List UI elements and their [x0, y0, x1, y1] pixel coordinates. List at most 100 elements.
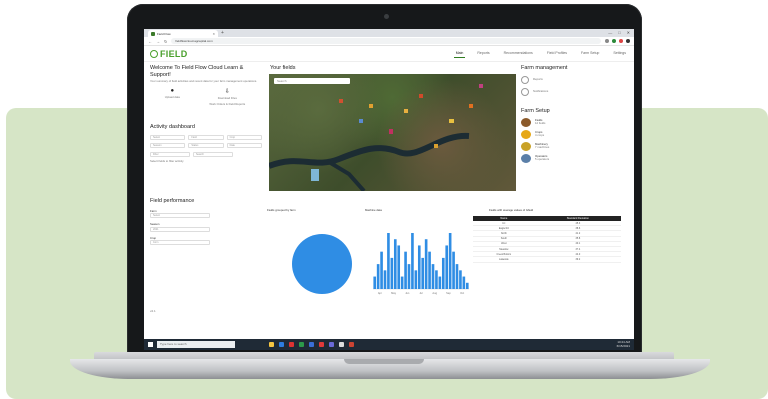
field-marker[interactable]: [469, 104, 473, 108]
forward-icon[interactable]: →: [156, 39, 160, 44]
bar[interactable]: [376, 264, 380, 289]
reports-option[interactable]: Reports: [521, 75, 626, 84]
bar[interactable]: [404, 251, 407, 289]
bar[interactable]: [452, 251, 455, 289]
app-icon[interactable]: [339, 342, 344, 347]
activity-search-input[interactable]: Search: [193, 151, 233, 157]
download-files-button[interactable]: ⇩ Download Files Work Orders & Field Rep…: [209, 88, 245, 106]
tab-reports[interactable]: Reports: [475, 49, 491, 58]
bar[interactable]: [431, 264, 435, 289]
tab-close-icon[interactable]: ✕: [212, 32, 215, 36]
crop-select[interactable]: Corn: [150, 240, 210, 245]
bar[interactable]: [400, 276, 404, 289]
edge-icon[interactable]: [279, 342, 284, 347]
bar[interactable]: [383, 270, 387, 289]
bar[interactable]: [387, 233, 390, 289]
bar[interactable]: [441, 257, 445, 289]
profile-avatar[interactable]: [626, 39, 630, 43]
bar[interactable]: [373, 276, 377, 289]
bar[interactable]: [455, 264, 459, 289]
table-row[interactable]: Lakeside 39.2: [473, 256, 621, 263]
bar[interactable]: [435, 270, 438, 289]
bar[interactable]: [414, 270, 418, 289]
extension-icon[interactable]: [619, 39, 623, 43]
field-marker[interactable]: [404, 109, 408, 113]
bar[interactable]: [421, 257, 425, 289]
activity-field-select[interactable]: Select: [150, 134, 186, 140]
fields-map[interactable]: Search: [269, 74, 516, 191]
new-tab-button[interactable]: +: [221, 30, 224, 37]
farm-select[interactable]: Select: [150, 213, 210, 218]
upload-data-button[interactable]: ● Upload data: [165, 88, 180, 106]
bar[interactable]: [428, 251, 431, 289]
field-marker[interactable]: [419, 94, 423, 98]
notifications-option[interactable]: Notifications: [521, 87, 626, 96]
map-search-input[interactable]: Search: [274, 78, 350, 84]
browser-tab[interactable]: Field Flow ✕: [148, 30, 218, 37]
tab-recommendations[interactable]: Recommendations: [502, 49, 535, 58]
filter-button[interactable]: Filter: [150, 151, 190, 157]
activity-field-date[interactable]: Date: [226, 142, 262, 148]
bar[interactable]: [380, 251, 383, 289]
field-marker[interactable]: [311, 169, 319, 181]
bar[interactable]: [448, 233, 452, 289]
tab-field-profiles[interactable]: Field Profiles: [545, 49, 569, 58]
system-tray[interactable]: 10:24 AM 6/15/2021: [617, 340, 630, 348]
bar[interactable]: [459, 270, 462, 289]
activity-field-season[interactable]: Season: [150, 142, 186, 148]
bar[interactable]: [417, 245, 421, 289]
activity-field-crop[interactable]: Crop: [226, 134, 262, 140]
word-icon[interactable]: [309, 342, 314, 347]
season-select[interactable]: 2021: [150, 226, 210, 232]
tab-main[interactable]: Main: [453, 49, 466, 58]
setup-item-fields[interactable]: Fields 12 fields: [521, 117, 626, 127]
activity-field-field[interactable]: Field: [188, 134, 224, 140]
tab-farm-setup[interactable]: Farm Setup: [579, 49, 601, 58]
bar[interactable]: [445, 245, 449, 289]
activity-field-status[interactable]: Status: [188, 142, 224, 148]
minimize-button[interactable]: —: [608, 29, 612, 37]
bar[interactable]: [424, 239, 428, 289]
tab-settings[interactable]: Settings: [611, 49, 628, 58]
bar[interactable]: [390, 257, 394, 289]
app-icon[interactable]: [349, 342, 354, 347]
bar[interactable]: [465, 282, 469, 289]
taskbar-search-input[interactable]: Type here to search: [157, 341, 235, 348]
field-marker[interactable]: [339, 99, 343, 103]
reload-icon[interactable]: ↻: [164, 39, 167, 44]
radio-icon: [521, 75, 529, 84]
close-window-button[interactable]: ✕: [627, 29, 630, 37]
bar[interactable]: [411, 233, 414, 289]
pie-slice[interactable]: [292, 234, 352, 294]
field-marker[interactable]: [449, 119, 454, 123]
extension-icon[interactable]: [612, 39, 616, 43]
bar[interactable]: [393, 239, 397, 289]
upload-label: Upload data: [164, 95, 180, 99]
bar[interactable]: [397, 245, 401, 289]
extension-icon[interactable]: [605, 39, 609, 43]
mail-icon[interactable]: [289, 342, 294, 347]
excel-icon[interactable]: [299, 342, 304, 347]
file-explorer-icon[interactable]: [269, 342, 274, 347]
activity-title: Activity dashboard: [150, 124, 195, 130]
field-marker[interactable]: [369, 104, 373, 108]
windows-start-icon[interactable]: [148, 342, 153, 347]
bar[interactable]: [438, 276, 442, 289]
field-marker[interactable]: [359, 119, 363, 123]
field-marker[interactable]: [479, 84, 483, 88]
back-icon[interactable]: ←: [148, 39, 152, 44]
field-marker[interactable]: [434, 144, 438, 148]
teams-icon[interactable]: [329, 342, 334, 347]
bar-chart[interactable]: Apr May Jun Jul Aug Sep Oct: [369, 219, 469, 299]
bar[interactable]: [462, 276, 466, 289]
bar[interactable]: [407, 264, 411, 289]
logo[interactable]: FIELD: [150, 49, 188, 59]
setup-item-operators[interactable]: Operators 5 operators: [521, 153, 626, 163]
url-field[interactable]: fieldflowcloud.agcapital.com: [171, 38, 601, 44]
setup-item-machinery[interactable]: Machinery 7 machines: [521, 141, 626, 151]
maximize-button[interactable]: □: [618, 29, 620, 37]
field-marker[interactable]: [389, 129, 393, 134]
setup-item-crops[interactable]: Crops 4 crops: [521, 129, 626, 139]
chrome-icon[interactable]: [319, 342, 324, 347]
pie-chart[interactable]: [287, 229, 357, 299]
